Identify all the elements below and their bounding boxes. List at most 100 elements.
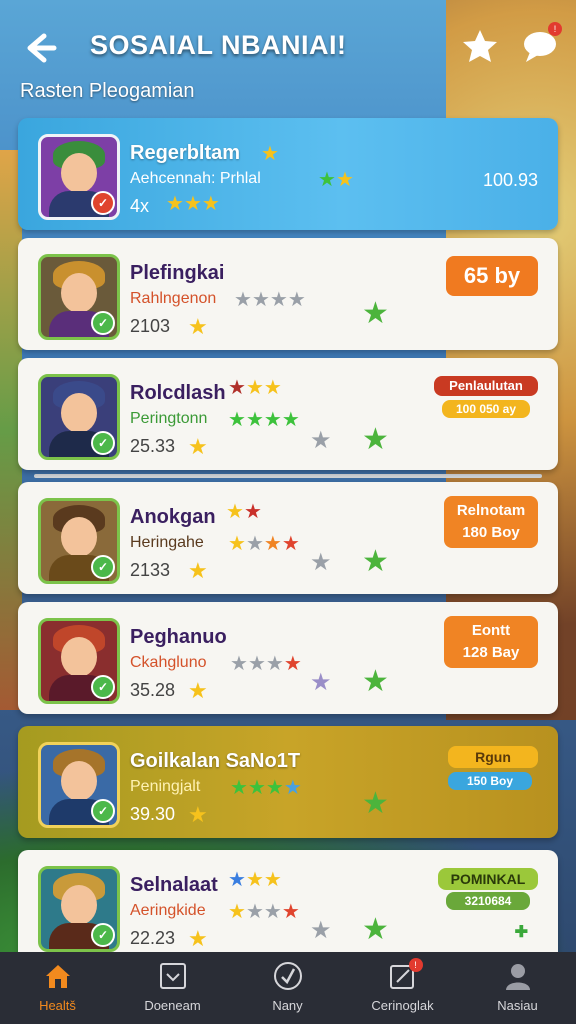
notification-badge: ! bbox=[548, 22, 562, 36]
item-name: Selnalaat bbox=[130, 874, 218, 896]
badge-label: Eontt bbox=[471, 622, 511, 639]
green-star-icon[interactable]: ★ bbox=[362, 544, 389, 579]
rating-stars: ★★★★ bbox=[228, 409, 300, 431]
plus-icon[interactable]: ✚ bbox=[515, 922, 528, 942]
price-badge[interactable]: Relnotam 180 Boy bbox=[444, 496, 538, 548]
star-icon: ★ bbox=[188, 434, 208, 459]
item-count: 4x bbox=[130, 196, 150, 216]
bottom-nav: Healtš Doeneam Nany ! Cerinoglak Nasiau bbox=[0, 952, 576, 1024]
status-badge: Rgun bbox=[448, 746, 538, 768]
gray-star-icon: ★ bbox=[310, 917, 332, 944]
item-name: Regerbltam bbox=[130, 142, 241, 164]
item-count: 22.23 bbox=[130, 928, 176, 948]
status-badge: Penlaulutan bbox=[434, 376, 538, 396]
price-badge[interactable]: 3210684 bbox=[446, 892, 530, 910]
star-icon[interactable] bbox=[460, 26, 500, 66]
avatar: ✓ bbox=[38, 374, 120, 460]
badge-value: 180 Boy bbox=[462, 524, 520, 541]
nav-item-check[interactable]: Nany bbox=[230, 960, 345, 1013]
list-item[interactable]: ✓ Regerbltam ★ Aehcennah: Prhlal ★★ 4x ★… bbox=[18, 118, 558, 230]
item-name: Peghanuo bbox=[130, 626, 227, 648]
check-icon: ✓ bbox=[91, 799, 115, 823]
divider bbox=[34, 474, 542, 478]
avatar: ✓ bbox=[38, 498, 120, 584]
avatar: ✓ bbox=[38, 134, 120, 220]
rating-stars: ★★★★ bbox=[234, 289, 306, 311]
check-icon: ✓ bbox=[91, 431, 115, 455]
item-subtitle: Ckahgluno bbox=[130, 654, 207, 671]
item-count: 2133 bbox=[130, 560, 171, 580]
green-star-icon[interactable]: ★ bbox=[362, 422, 389, 457]
badge-label: Relnotam bbox=[456, 502, 526, 519]
profile-icon bbox=[502, 960, 534, 992]
item-count: 39.30 bbox=[130, 804, 176, 824]
rating-stars: ★★★★ bbox=[228, 901, 300, 923]
rating-stars: ★★ bbox=[226, 501, 262, 523]
list-item[interactable]: ✓ Peghanuo Ckahgluno ★★★★ 35.28 ★ ★ ★ Eo… bbox=[18, 602, 558, 714]
nav-label: Healtš bbox=[39, 998, 76, 1013]
rating-stars: ★★★ bbox=[228, 377, 282, 399]
avatar: ✓ bbox=[38, 618, 120, 704]
rating-stars: ★★★ bbox=[228, 869, 282, 891]
inbox-icon bbox=[157, 960, 189, 992]
star-icon: ★ bbox=[188, 678, 208, 703]
check-icon: ✓ bbox=[91, 311, 115, 335]
nav-item-inbox[interactable]: Doeneam bbox=[115, 960, 230, 1013]
chat-bubble-icon[interactable]: ! bbox=[520, 22, 562, 66]
item-name: Plefingkai bbox=[130, 262, 225, 284]
item-subtitle: Aeringkide bbox=[130, 902, 206, 919]
item-count: 2103 bbox=[130, 316, 171, 336]
check-icon: ✓ bbox=[91, 923, 115, 947]
list-item[interactable]: ✓ Goilkalan SaNo1T Peningjalt ★★★★ 39.30… bbox=[18, 726, 558, 838]
nav-item-home[interactable]: Healtš bbox=[0, 960, 115, 1013]
purple-star-icon: ★ bbox=[310, 669, 332, 696]
avatar: ✓ bbox=[38, 254, 120, 340]
list-item[interactable]: ✓ Plefingkai Rahlngenon ★★★★ 2103 ★ ★ 65… bbox=[18, 238, 558, 350]
notification-icon: ! bbox=[387, 958, 423, 992]
back-arrow-icon[interactable] bbox=[18, 26, 62, 70]
status-badge: POMINKAL bbox=[438, 868, 538, 890]
avatar: ✓ bbox=[38, 866, 120, 952]
nav-item-profile[interactable]: Nasiau bbox=[460, 960, 575, 1013]
item-subtitle: Peringtonn bbox=[130, 410, 208, 427]
star-icon: ★ bbox=[188, 802, 208, 827]
green-star-icon[interactable]: ★ bbox=[362, 912, 389, 947]
item-subtitle: Aehcennah: Prhlal bbox=[130, 170, 261, 187]
list-item[interactable]: ✓ Anokgan ★★ Heringahe ★★★★ 2133 ★ ★ ★ R… bbox=[18, 482, 558, 594]
nav-label: Nasiau bbox=[497, 998, 538, 1013]
rating-stars: ★★★★ bbox=[230, 653, 302, 675]
item-count: 35.28 bbox=[130, 680, 176, 700]
rating-stars: ★★★★ bbox=[230, 777, 302, 799]
item-name: Goilkalan SaNo1T bbox=[130, 750, 301, 772]
item-name: Anokgan bbox=[130, 506, 216, 528]
green-star-icon[interactable]: ★ bbox=[362, 664, 389, 699]
price-badge[interactable]: Eontt 128 Bay bbox=[444, 616, 538, 668]
badge-value: 128 Bay bbox=[462, 644, 520, 661]
item-count: 25.33 bbox=[130, 436, 176, 456]
price-badge[interactable]: 65 by bbox=[446, 256, 538, 296]
page-subtitle: Rasten Pleogamian bbox=[20, 80, 195, 102]
nav-label: Doeneam bbox=[144, 998, 201, 1013]
green-star-icon[interactable]: ★ bbox=[362, 786, 389, 821]
nav-item-notifications[interactable]: ! Cerinoglak bbox=[345, 958, 460, 1013]
notification-badge: ! bbox=[408, 958, 423, 972]
leaderboard-list: ✓ Regerbltam ★ Aehcennah: Prhlal ★★ 4x ★… bbox=[18, 118, 558, 970]
check-icon: ✓ bbox=[91, 555, 115, 579]
price-badge[interactable]: 150 Boy bbox=[448, 772, 532, 790]
avatar: ✓ bbox=[38, 742, 120, 828]
rating-stars: ★★★★ bbox=[228, 533, 300, 555]
gray-star-icon: ★ bbox=[310, 427, 332, 454]
list-item[interactable]: ✓ Rolcdlash ★★★ Peringtonn ★★★★ 25.33 ★ … bbox=[18, 358, 558, 470]
item-subtitle: Rahlngenon bbox=[130, 290, 217, 307]
star-icon: ★ bbox=[188, 558, 208, 583]
item-subtitle: Peningjalt bbox=[130, 778, 201, 795]
nav-label: Cerinoglak bbox=[371, 998, 434, 1013]
item-name: Rolcdlash bbox=[130, 382, 226, 404]
badge-icon: ✓ bbox=[91, 191, 115, 215]
green-star-icon[interactable]: ★ bbox=[362, 296, 389, 331]
price-badge[interactable]: 100 050 ay bbox=[442, 400, 530, 418]
list-item[interactable]: ✓ Selnalaat ★★★ Aeringkide ★★★★ 22.23 ★ … bbox=[18, 850, 558, 962]
check-icon: ✓ bbox=[91, 675, 115, 699]
page-title: SOSAIAL NBANIAI! bbox=[90, 30, 347, 60]
rating-stars: ★★★ bbox=[166, 193, 220, 215]
